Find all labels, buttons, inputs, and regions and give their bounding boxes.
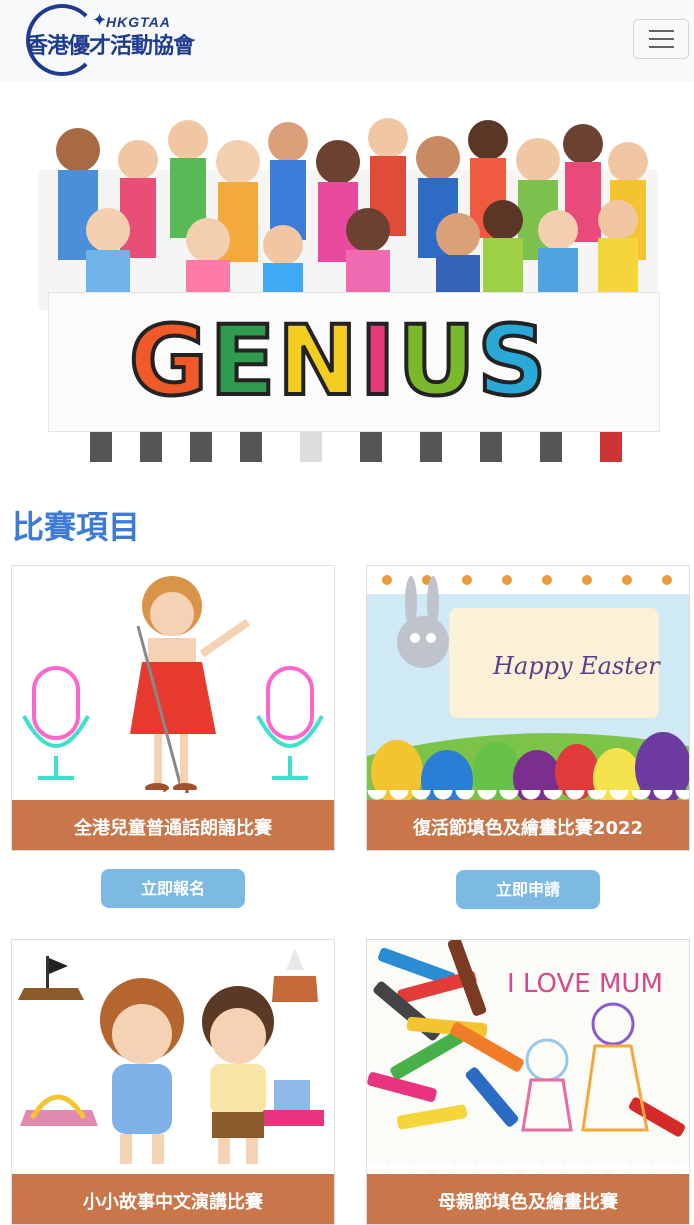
competition-card-story-speech[interactable]: 小小故事中文演講比賽 (11, 939, 335, 1225)
card-title: 全港兒童普通話朗誦比賽 (74, 818, 272, 839)
love-mum-text: I LOVE MUM (507, 969, 663, 999)
children-group-illustration (38, 118, 658, 310)
genius-banner-text: GENIUS (127, 301, 549, 421)
easter-image-text: Happy Easter (492, 652, 661, 680)
genius-letter: E (208, 303, 278, 419)
competition-card-easter-coloring[interactable]: Happy Easter 復活節填色及繪畫比賽2022 (366, 565, 690, 851)
genius-letter: G (127, 303, 210, 419)
navbar: ✦ HKGTAA 香港優才活動協會 (0, 0, 694, 82)
card-title: 復活節填色及繪畫比賽2022 (412, 818, 644, 839)
genius-letter: I (358, 303, 398, 419)
card-title: 小小故事中文演講比賽 (83, 1192, 263, 1213)
children-feet-illustration (90, 432, 622, 462)
site-logo[interactable]: ✦ HKGTAA 香港優才活動協會 (26, 4, 195, 78)
card-title: 母親節填色及繪畫比賽 (438, 1192, 618, 1213)
genius-letter: U (395, 303, 478, 419)
logo-chinese-name: 香港優才活動協會 (26, 34, 195, 59)
apply-now-button[interactable]: 立即申請 (456, 870, 600, 909)
competition-card-mandarin-recitation[interactable]: 全港兒童普通話朗誦比賽 (11, 565, 335, 851)
genius-letter: S (475, 303, 549, 419)
genius-letter: N (275, 303, 360, 419)
hamburger-icon (649, 30, 674, 32)
menu-toggle-button[interactable] (633, 19, 689, 59)
competitions-title: 比賽項目 (12, 508, 141, 546)
genius-banner: GENIUS (48, 292, 660, 432)
hero-banner-image: GENIUS (30, 110, 664, 472)
competition-card-mothers-day-coloring[interactable]: I LOVE MUM 母親節填色及繪畫比賽 (366, 939, 690, 1225)
register-now-button[interactable]: 立即報名 (101, 869, 245, 908)
